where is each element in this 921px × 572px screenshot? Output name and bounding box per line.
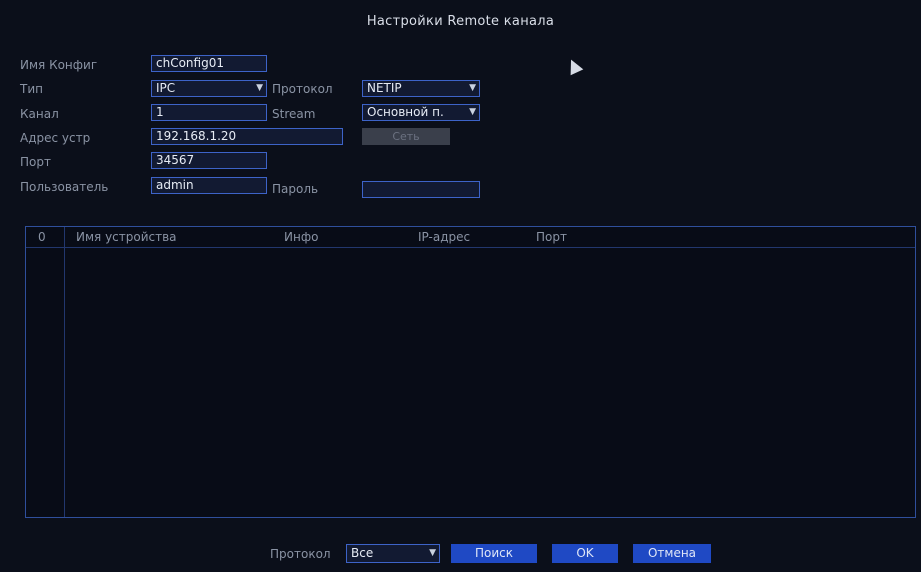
stream-label: Stream [272,107,316,121]
device-address-input[interactable]: 192.168.1.20 [151,128,343,145]
cancel-button[interactable]: Отмена [633,544,711,563]
footer-protocol-label: Протокол [270,547,331,561]
footer-protocol-select[interactable]: Все ▼ [346,544,440,563]
config-name-label: Имя Конфиг [20,58,98,72]
password-label: Пароль [272,182,319,196]
device-table[interactable]: 0 Имя устройства Инфо IP-адрес Порт [25,226,916,518]
chevron-down-icon: ▼ [256,83,263,93]
protocol-label: Протокол [272,82,333,96]
config-name-input[interactable]: chConfig01 [151,55,267,72]
type-select[interactable]: IPC ▼ [151,80,267,97]
table-header: 0 Имя устройства Инфо IP-адрес Порт [26,227,915,248]
column-ip-address: IP-адрес [418,230,471,244]
device-address-label: Адрес устр [20,131,91,145]
stream-select[interactable]: Основной п. ▼ [362,104,480,121]
stream-select-value: Основной п. [367,105,444,119]
table-divider [64,227,65,517]
column-port: Порт [536,230,567,244]
protocol-select-value: NETIP [367,81,402,95]
chevron-down-icon: ▼ [469,83,476,93]
column-index: 0 [38,230,46,244]
mouse-pointer-icon [564,56,584,76]
chevron-down-icon: ▼ [429,548,436,558]
column-info: Инфо [284,230,319,244]
search-button[interactable]: Поиск [451,544,537,563]
port-label: Порт [20,155,51,169]
user-label: Пользователь [20,180,109,194]
network-button-disabled: Сеть [362,128,450,145]
column-device-name: Имя устройства [76,230,177,244]
channel-label: Канал [20,107,59,121]
footer-protocol-select-value: Все [351,546,374,560]
channel-input[interactable]: 1 [151,104,267,121]
user-input[interactable]: admin [151,177,267,194]
chevron-down-icon: ▼ [469,107,476,117]
dialog-title: Настройки Remote канала [366,14,555,29]
type-select-value: IPC [156,81,176,95]
password-input[interactable] [362,181,480,198]
ok-button[interactable]: OK [552,544,618,563]
port-input[interactable]: 34567 [151,152,267,169]
protocol-select[interactable]: NETIP ▼ [362,80,480,97]
type-label: Тип [20,82,43,96]
